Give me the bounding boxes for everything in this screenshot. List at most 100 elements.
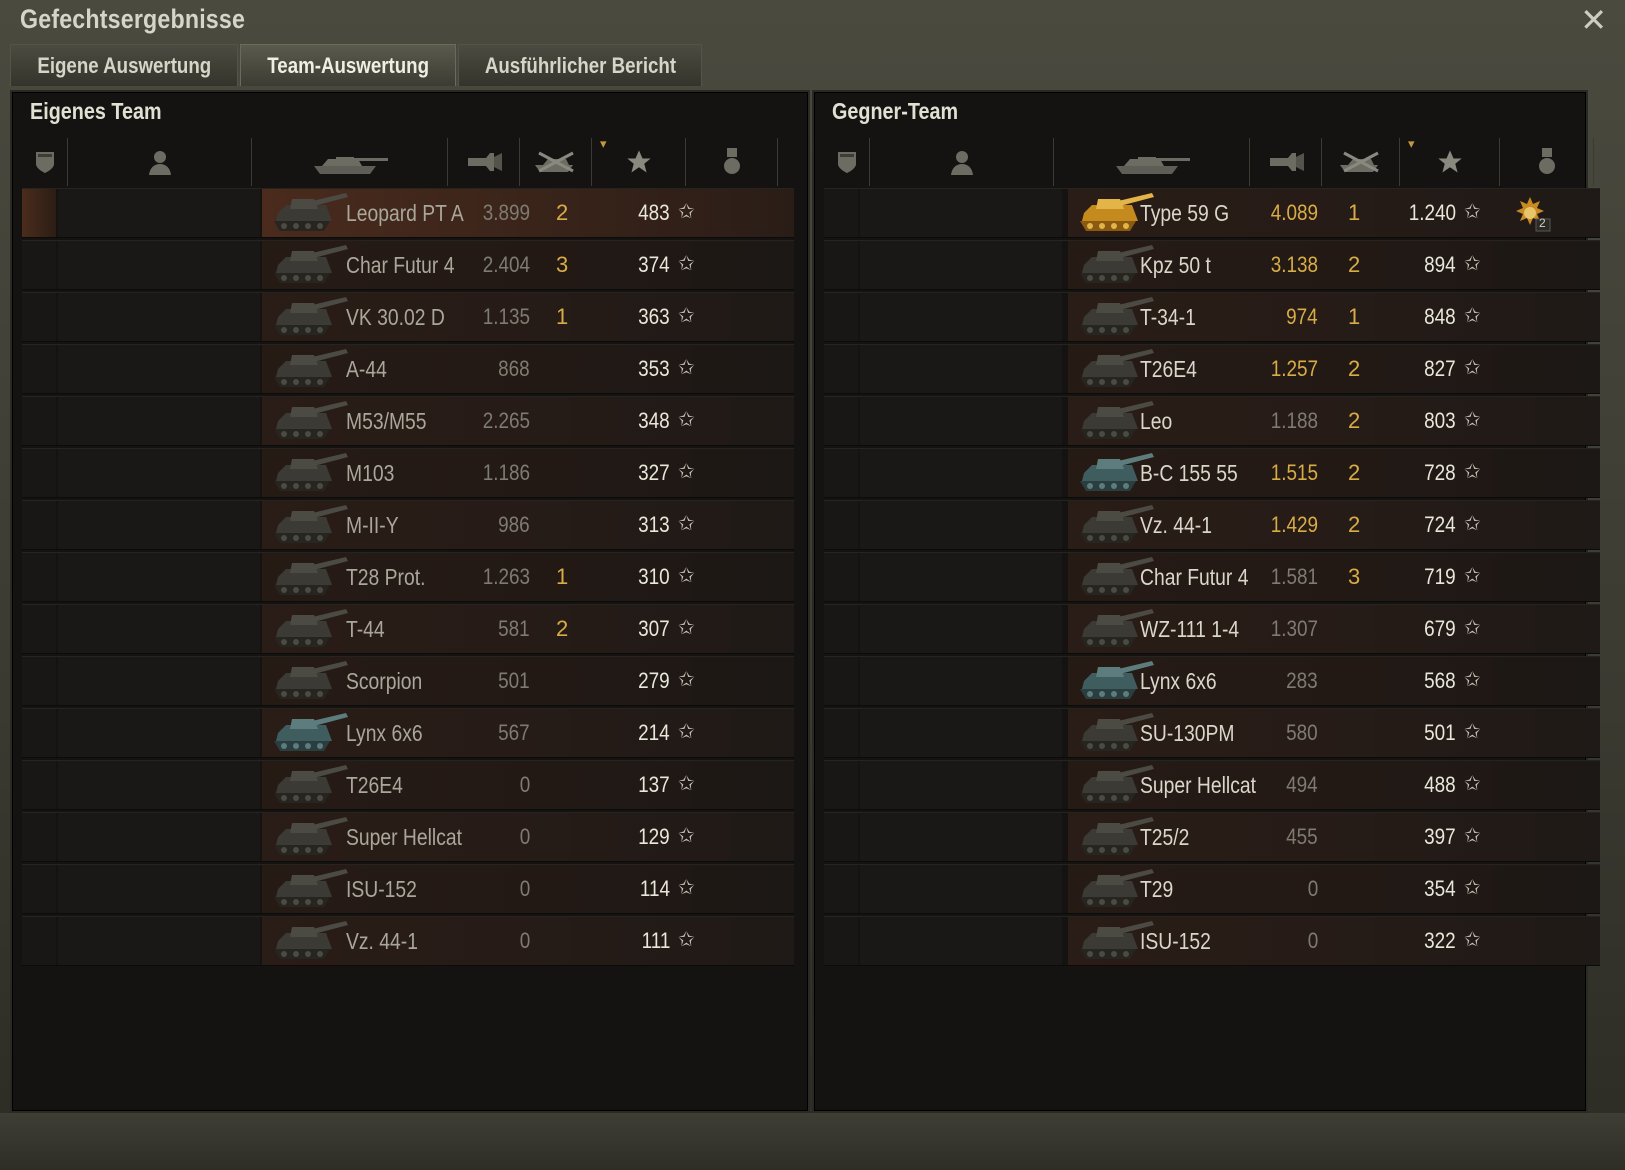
tab-ausfuehrlicher-bericht[interactable]: Ausführlicher Bericht bbox=[458, 44, 702, 86]
table-row[interactable]: B-C 155 55 1.515 2 728 ✩ bbox=[824, 448, 1600, 498]
damage-value: 0 bbox=[519, 824, 530, 849]
table-row[interactable]: M53/M55 2.265 348 ✩ bbox=[22, 396, 794, 446]
squad-cell bbox=[824, 553, 858, 601]
medal-icon[interactable]: 2 bbox=[1512, 195, 1552, 233]
table-row[interactable]: M-II-Y 986 313 ✩ bbox=[22, 500, 794, 550]
table-row[interactable]: T26E4 1.257 2 827 ✩ bbox=[824, 344, 1600, 394]
squad-cell bbox=[824, 657, 858, 705]
xp-cell: 568 bbox=[1419, 657, 1456, 705]
tank-name: Leopard PT A bbox=[346, 200, 464, 226]
xp-star-icon: ✩ bbox=[1464, 201, 1481, 223]
table-row[interactable]: WZ-111 1-4 1.307 679 ✩ bbox=[824, 604, 1600, 654]
table-row[interactable]: VK 30.02 D 1.135 1 363 ✩ bbox=[22, 292, 794, 342]
tab-label: Team-Auswertung bbox=[267, 52, 429, 78]
enemy-team-col-xp-star[interactable]: ▾ bbox=[1400, 136, 1500, 186]
xp-cell: 397 bbox=[1419, 813, 1456, 861]
xp-value: 114 bbox=[639, 876, 670, 901]
squad-cell bbox=[824, 917, 858, 965]
tank-icon bbox=[270, 711, 350, 755]
xp-value: 111 bbox=[641, 928, 670, 953]
table-row[interactable]: Leopard PT A 3.899 2 483 ✩ bbox=[22, 188, 794, 238]
table-row[interactable]: ISU-152 0 322 ✩ bbox=[824, 916, 1600, 966]
table-row[interactable]: T-44 581 2 307 ✩ bbox=[22, 604, 794, 654]
table-row[interactable]: Lynx 6x6 567 214 ✩ bbox=[22, 708, 794, 758]
squad-cell bbox=[824, 501, 858, 549]
own-team-col-squad[interactable] bbox=[22, 138, 68, 186]
tank-name-cell: T28 Prot. bbox=[346, 553, 441, 601]
enemy-team-col-kills[interactable] bbox=[1322, 138, 1400, 186]
tank-name: Lynx 6x6 bbox=[1140, 668, 1217, 694]
xp-value: 129 bbox=[638, 824, 670, 849]
player-cell bbox=[58, 813, 260, 861]
kills-icon bbox=[531, 149, 581, 175]
player-cell bbox=[860, 657, 1062, 705]
player-cell bbox=[860, 865, 1062, 913]
enemy-team-col-medal[interactable] bbox=[1500, 138, 1594, 186]
table-row[interactable]: Super Hellcat 0 129 ✩ bbox=[22, 812, 794, 862]
player-cell bbox=[58, 553, 260, 601]
table-row[interactable]: Scorpion 501 279 ✩ bbox=[22, 656, 794, 706]
table-row[interactable]: Kpz 50 t 3.138 2 894 ✩ bbox=[824, 240, 1600, 290]
enemy-team-col-damage[interactable] bbox=[1250, 138, 1322, 186]
table-row[interactable]: ISU-152 0 114 ✩ bbox=[22, 864, 794, 914]
own-team-col-medal[interactable] bbox=[686, 138, 778, 186]
own-team-col-player[interactable] bbox=[68, 138, 252, 186]
table-row[interactable]: Char Futur 4 1.581 3 719 ✩ bbox=[824, 552, 1600, 602]
tank-name-cell: Vz. 44-1 bbox=[1140, 501, 1226, 549]
table-row[interactable]: T29 0 354 ✩ bbox=[824, 864, 1600, 914]
player-cell bbox=[58, 189, 260, 237]
player-cell bbox=[58, 449, 260, 497]
xp-value: 279 bbox=[638, 668, 670, 693]
table-row[interactable]: Type 59 G 4.089 1 1.240 ✩ 2 bbox=[824, 188, 1600, 238]
damage-cell: 4.089 bbox=[1263, 189, 1318, 237]
table-row[interactable]: Vz. 44-1 1.429 2 724 ✩ bbox=[824, 500, 1600, 550]
tank-name-cell: T25/2 bbox=[1140, 813, 1199, 861]
xp-star-icon: ✩ bbox=[1464, 305, 1481, 327]
table-row[interactable]: M103 1.186 327 ✩ bbox=[22, 448, 794, 498]
table-row[interactable]: Vz. 44-1 0 111 ✩ bbox=[22, 916, 794, 966]
own-team-col-damage[interactable] bbox=[448, 138, 520, 186]
own-team-col-xp-star[interactable]: ▾ bbox=[592, 136, 686, 186]
player-cell bbox=[58, 657, 260, 705]
enemy-team-col-player[interactable] bbox=[870, 138, 1054, 186]
tank-name: SU-130PM bbox=[1140, 720, 1235, 746]
table-row[interactable]: Char Futur 4 2.404 3 374 ✩ bbox=[22, 240, 794, 290]
kills-value: 2 bbox=[1348, 356, 1361, 381]
table-row[interactable]: T26E4 0 137 ✩ bbox=[22, 760, 794, 810]
tab-eigene-auswertung[interactable]: Eigene Auswertung bbox=[10, 44, 238, 86]
damage-cell: 283 bbox=[1281, 657, 1318, 705]
player-cell bbox=[860, 449, 1062, 497]
table-row[interactable]: Super Hellcat 494 488 ✩ bbox=[824, 760, 1600, 810]
table-row[interactable]: A-44 868 353 ✩ bbox=[22, 344, 794, 394]
damage-cell: 2.265 bbox=[475, 397, 530, 445]
table-row[interactable]: T28 Prot. 1.263 1 310 ✩ bbox=[22, 552, 794, 602]
table-row[interactable]: SU-130PM 580 501 ✩ bbox=[824, 708, 1600, 758]
damage-icon bbox=[464, 149, 504, 175]
damage-value: 0 bbox=[1307, 876, 1318, 901]
kills-value: 1 bbox=[556, 304, 569, 329]
table-row[interactable]: T25/2 455 397 ✩ bbox=[824, 812, 1600, 862]
enemy-team-col-tank[interactable] bbox=[1054, 138, 1250, 186]
enemy-team-col-squad[interactable] bbox=[824, 138, 870, 186]
table-row[interactable]: Lynx 6x6 283 568 ✩ bbox=[824, 656, 1600, 706]
xp-star-icon: ✩ bbox=[1464, 513, 1481, 535]
table-row[interactable]: Leo 1.188 2 803 ✩ bbox=[824, 396, 1600, 446]
squad-cell bbox=[22, 865, 56, 913]
squad-cell bbox=[824, 345, 858, 393]
damage-cell: 0 bbox=[1306, 917, 1318, 965]
xp-star-icon: ✩ bbox=[1464, 929, 1481, 951]
table-row[interactable]: T-34-1 974 1 848 ✩ bbox=[824, 292, 1600, 342]
tab-team-auswertung[interactable]: Team-Auswertung bbox=[240, 44, 456, 86]
kills-value: 2 bbox=[556, 616, 569, 641]
own-team-col-kills[interactable] bbox=[520, 138, 592, 186]
tank-name-cell: VK 30.02 D bbox=[346, 293, 464, 341]
tank-icon bbox=[270, 659, 350, 703]
xp-value: 803 bbox=[1424, 408, 1456, 433]
damage-value: 1.186 bbox=[482, 460, 530, 485]
own-team-col-tank[interactable] bbox=[252, 138, 448, 186]
xp-cell: 501 bbox=[1419, 709, 1456, 757]
damage-icon bbox=[1266, 149, 1306, 175]
close-icon[interactable]: ✕ bbox=[1580, 2, 1607, 38]
player-cell bbox=[860, 345, 1062, 393]
tank-name: T-44 bbox=[346, 616, 385, 642]
